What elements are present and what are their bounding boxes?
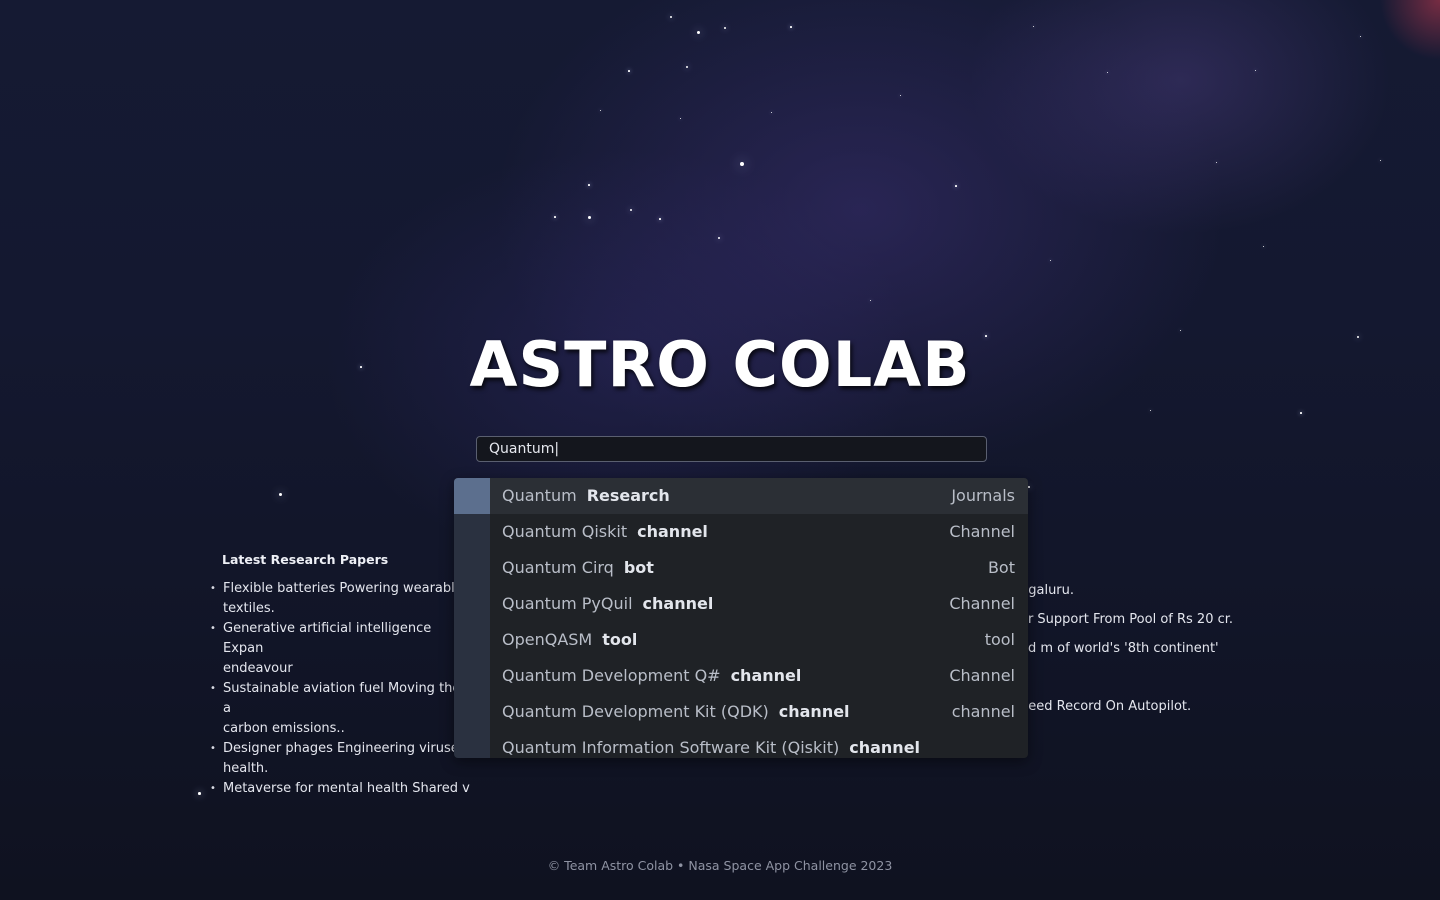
star: [554, 216, 556, 218]
text-caret: |: [554, 441, 560, 457]
paper-item[interactable]: Generative artificial intelligence Expan…: [210, 619, 470, 679]
suggestion-row[interactable]: OpenQASM tool tool: [454, 622, 1028, 658]
suggestion-title: Quantum Information Software Kit (Qiskit…: [502, 738, 840, 757]
suggestion-name: Quantum PyQuil channel: [502, 586, 713, 622]
paper-item-line: Flexible batteries Powering wearable: [223, 581, 463, 596]
star: [724, 27, 726, 29]
suggestion-name: Quantum Cirq bot: [502, 550, 654, 586]
star: [588, 184, 590, 186]
news-item[interactable]: or Support From Pool of Rs 20 cr.: [1020, 612, 1233, 627]
suggestion-category: channel: [951, 702, 1015, 721]
suggestion-category: Channel: [949, 594, 1015, 613]
news-item[interactable]: peed Record On Autopilot.: [1020, 699, 1191, 714]
star: [659, 218, 661, 220]
star: [955, 185, 957, 187]
star: [1028, 486, 1030, 488]
suggestion-row[interactable]: Quantum Qiskit channel Channel: [454, 514, 1028, 550]
star: [790, 26, 792, 28]
suggestion-category: Journals: [951, 486, 1015, 505]
paper-item-line: textiles.: [223, 601, 275, 616]
paper-item[interactable]: Sustainable aviation fuel Moving the a ca…: [210, 679, 470, 739]
suggestion-category: Channel: [949, 522, 1015, 541]
paper-item[interactable]: Metaverse for mental health Shared v: [210, 779, 470, 799]
papers-heading: Latest Research Papers: [222, 552, 389, 567]
paper-item-line: carbon emissions..: [223, 721, 345, 736]
star: [686, 66, 688, 68]
news-item[interactable]: ed m of world's '8th continent': [1020, 641, 1219, 656]
star: [697, 31, 700, 34]
suggestion-title: Quantum Development Q#: [502, 666, 721, 685]
star: [628, 70, 630, 72]
suggestion-row[interactable]: Quantum Development Q# channel Channel: [454, 658, 1028, 694]
paper-item-line: Generative artificial intelligence Expan: [223, 621, 432, 656]
suggestion-title: Quantum Development Kit (QDK): [502, 702, 769, 721]
suggestion-title: Quantum Cirq: [502, 558, 614, 577]
suggestion-kind: channel: [637, 522, 708, 541]
suggestion-category: tool: [984, 630, 1015, 649]
suggestion-kind: channel: [642, 594, 714, 613]
footer-credits: © Team Astro Colab • Nasa Space App Chal…: [547, 858, 893, 873]
suggestion-row[interactable]: Quantum PyQuil channel Channel: [454, 586, 1028, 622]
star: [630, 209, 632, 211]
active-row-marker: [454, 478, 490, 514]
suggestion-name: Quantum Research: [502, 478, 670, 514]
search-input-value: Quantum: [489, 441, 555, 457]
suggestion-row[interactable]: Quantum Information Software Kit (Qiskit…: [454, 730, 1028, 758]
suggestion-title: Quantum PyQuil: [502, 594, 633, 613]
star: [670, 16, 672, 18]
suggestion-kind: channel: [849, 738, 921, 757]
latest-research-papers: Latest Research Papers Flexible batterie…: [210, 552, 470, 799]
paper-item[interactable]: Designer phages Engineering viruses healt…: [210, 739, 470, 779]
search-suggestions-dropdown: Quantum Research Journals Quantum Qiskit c…: [454, 478, 1028, 758]
papers-list: Flexible batteries Powering wearable text…: [210, 579, 470, 799]
star: [588, 216, 591, 219]
suggestion-title: Quantum: [502, 486, 577, 505]
suggestion-name: Quantum Development Kit (QDK) channel: [502, 694, 850, 730]
app-title: ASTRO COLAB: [469, 328, 971, 401]
suggestion-category: Channel: [949, 666, 1015, 685]
suggestion-title: Quantum Qiskit: [502, 522, 628, 541]
suggestion-name: Quantum Development Q# channel: [502, 658, 801, 694]
search-input[interactable]: Quantum|: [476, 436, 987, 462]
suggestion-kind: bot: [623, 558, 654, 577]
suggestion-row[interactable]: Quantum Development Kit (QDK) channel cha…: [454, 694, 1028, 730]
paper-item-line: health.: [223, 761, 269, 776]
star: [279, 493, 282, 496]
suggestion-row[interactable]: Quantum Research Journals: [454, 478, 1028, 514]
news-item[interactable]: ngaluru.: [1020, 583, 1074, 598]
paper-item-line: Sustainable aviation fuel Moving the a: [223, 681, 461, 716]
suggestion-row[interactable]: Quantum Cirq bot Bot: [454, 550, 1028, 586]
paper-item-line: Designer phages Engineering viruses: [223, 741, 466, 756]
suggestion-category: Bot: [987, 558, 1015, 577]
suggestion-title: OpenQASM: [502, 630, 593, 649]
paper-item-line: endeavour: [223, 661, 293, 676]
suggestion-kind: tool: [602, 630, 638, 649]
paper-item[interactable]: Flexible batteries Powering wearable text…: [210, 579, 470, 619]
suggestion-name: Quantum Qiskit channel: [502, 514, 708, 550]
star: [198, 792, 201, 795]
suggestion-kind: channel: [730, 666, 802, 685]
suggestion-name: Quantum Information Software Kit (Qiskit…: [502, 730, 920, 758]
suggestion-name: OpenQASM tool: [502, 622, 637, 658]
star: [718, 237, 720, 239]
suggestion-kind: Research: [586, 486, 670, 505]
star: [1300, 412, 1302, 414]
suggestion-kind: channel: [778, 702, 850, 721]
star: [740, 162, 744, 166]
paper-item-line: Metaverse for mental health Shared v: [223, 781, 470, 796]
